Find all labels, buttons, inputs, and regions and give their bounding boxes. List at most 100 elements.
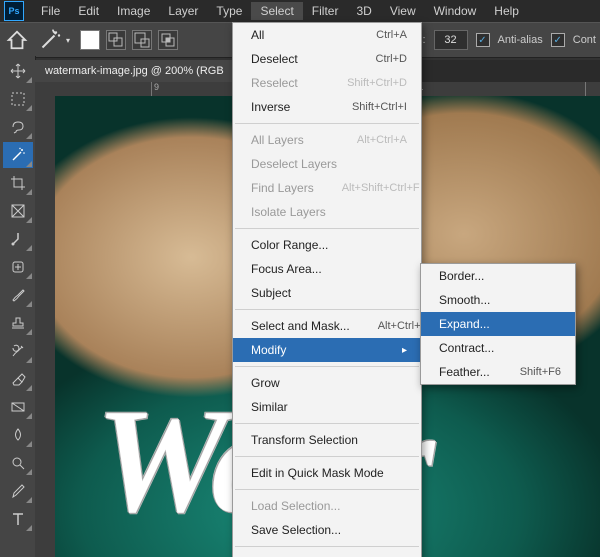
select-menu-item-label: Deselect [251,52,298,66]
modify-menu-item-feather[interactable]: Feather... Shift+F6 [421,360,575,384]
select-menu-item-label: Save Selection... [251,523,341,537]
pen-tool[interactable] [3,478,33,504]
select-menu-item-label: Edit in Quick Mask Mode [251,466,384,480]
app-logo: Ps [4,1,24,21]
tool-preset-icon[interactable] [38,28,62,52]
select-menu-item-label: Subject [251,286,291,300]
tool-preset-dropdown[interactable]: ▾ [66,36,70,45]
menu-help[interactable]: Help [485,2,528,20]
modify-menu-item-contract[interactable]: Contract... [421,336,575,360]
document-tab[interactable]: watermark-image.jpg @ 200% (RGB [35,60,234,82]
move-tool[interactable] [3,58,33,84]
select-menu-item-shortcut: Alt+Ctrl+A [357,134,407,146]
magic-wand-tool[interactable] [3,142,33,168]
modify-menu-item-label: Contract... [439,341,494,355]
select-menu-item-similar[interactable]: Similar [233,395,421,419]
menu-bar: Ps FileEditImageLayerTypeSelectFilter3DV… [0,0,600,22]
modify-menu-item-label: Expand... [439,317,490,331]
marquee-tool[interactable] [3,86,33,112]
select-menu-separator [235,546,419,547]
select-menu-item-save-selection[interactable]: Save Selection... [233,518,421,542]
dodge-tool[interactable] [3,450,33,476]
menu-filter[interactable]: Filter [303,2,348,20]
select-menu-item-label: All Layers [251,133,304,147]
submenu-arrow-icon: ▸ [402,345,407,356]
sample-add-selection-icon[interactable] [106,30,126,50]
select-menu-item-grow[interactable]: Grow [233,371,421,395]
gradient-tool[interactable] [3,394,33,420]
modify-menu-item-smooth[interactable]: Smooth... [421,288,575,312]
select-menu-item-deselect[interactable]: Deselect Ctrl+D [233,47,421,71]
select-menu-item-find-layers: Find Layers Alt+Shift+Ctrl+F [233,176,421,200]
select-menu-item-shortcut: Alt+Shift+Ctrl+F [342,182,420,194]
brush-tool[interactable] [3,282,33,308]
select-menu-item-select-and-mask[interactable]: Select and Mask...Alt+Ctrl+R [233,314,421,338]
menu-file[interactable]: File [32,2,69,20]
modify-menu-item-border[interactable]: Border... [421,264,575,288]
select-menu-item-isolate-layers: Isolate Layers [233,200,421,224]
select-menu-item-edit-in-quick-mask-mode[interactable]: Edit in Quick Mask Mode [233,461,421,485]
contiguous-checkbox[interactable]: ✓ [551,33,565,47]
select-menu-item-inverse[interactable]: InverseShift+Ctrl+I [233,95,421,119]
select-menu-item-subject[interactable]: Subject [233,281,421,305]
select-menu-item-focus-area[interactable]: Focus Area... [233,257,421,281]
modify-menu-item-shortcut: Shift+F6 [520,366,561,378]
eyedropper-tool[interactable] [3,226,33,252]
select-menu-item-label: Select and Mask... [251,319,350,333]
select-menu-item-label: Load Selection... [251,499,340,513]
select-menu-item-load-selection: Load Selection... [233,494,421,518]
select-menu-separator [235,309,419,310]
document-tab-title: watermark-image.jpg @ 200% (RGB [45,65,224,77]
modify-menu-item-expand[interactable]: Expand... [421,312,575,336]
select-menu-item-all[interactable]: AllCtrl+A [233,23,421,47]
lasso-tool[interactable] [3,114,33,140]
anti-alias-checkbox[interactable]: ✓ [476,33,490,47]
sample-subtract-selection-icon[interactable] [132,30,152,50]
menu-window[interactable]: Window [425,2,486,20]
select-menu-item-color-range[interactable]: Color Range... [233,233,421,257]
tolerance-field[interactable]: 32 [434,30,468,50]
history-brush-tool[interactable] [3,338,33,364]
menu-type[interactable]: Type [207,2,251,20]
select-menu-separator [235,366,419,367]
select-menu-item-label: Isolate Layers [251,205,326,219]
home-button[interactable] [6,29,28,51]
select-menu-item-label: Similar [251,400,288,414]
modify-menu-item-label: Feather... [439,365,490,379]
menu-image[interactable]: Image [108,2,159,20]
frame-tool[interactable] [3,198,33,224]
menu-layer[interactable]: Layer [159,2,207,20]
select-menu-item-shortcut: Ctrl+D [376,53,407,65]
healing-brush-tool[interactable] [3,254,33,280]
select-menu-separator [235,456,419,457]
select-menu-item-transform-selection[interactable]: Transform Selection [233,428,421,452]
select-menu-separator [235,228,419,229]
type-tool[interactable] [3,506,33,532]
contiguous-label: Cont [573,34,596,46]
select-menu-item-shortcut: Shift+Ctrl+D [347,77,407,89]
ruler-tick: 9 [151,82,159,96]
anti-alias-label: Anti-alias [498,34,543,46]
select-menu-item-label: Reselect [251,76,298,90]
eraser-tool[interactable] [3,366,33,392]
select-menu-item-shortcut: Shift+Ctrl+I [352,101,407,113]
select-menu-item-label: Grow [251,376,280,390]
select-menu-item-new-3d-extrusion[interactable]: New 3D Extrusion [233,551,421,557]
select-menu-item-label: Focus Area... [251,262,322,276]
blur-tool[interactable] [3,422,33,448]
menu-view[interactable]: View [381,2,425,20]
crop-tool[interactable] [3,170,33,196]
ruler-tick [585,82,588,96]
select-menu-item-label: Deselect Layers [251,157,337,171]
select-menu-item-deselect-layers: Deselect Layers [233,152,421,176]
clone-stamp-tool[interactable] [3,310,33,336]
toolbox [0,56,36,557]
menu-select[interactable]: Select [251,2,302,20]
menu-3d[interactable]: 3D [347,2,380,20]
sample-intersect-selection-icon[interactable] [158,30,178,50]
select-menu-item-label: Find Layers [251,181,314,195]
select-menu-item-modify[interactable]: Modify▸ [233,338,421,362]
sample-new-selection-icon[interactable] [80,30,100,50]
select-menu-item-label: All [251,28,264,42]
menu-edit[interactable]: Edit [69,2,108,20]
